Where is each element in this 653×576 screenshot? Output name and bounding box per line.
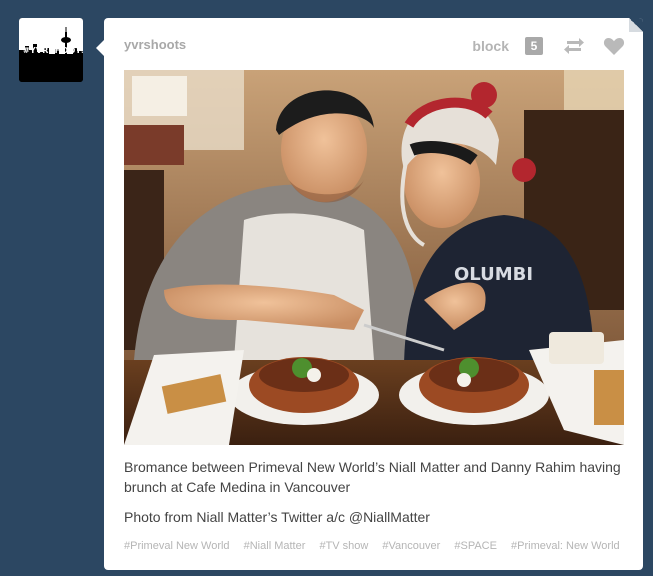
tag-link[interactable]: #TV show — [319, 540, 368, 552]
svg-text:OLUMBI: OLUMBI — [454, 264, 533, 285]
blog-avatar[interactable]: #YVRSHOOTS — [19, 18, 83, 82]
note-count-badge[interactable]: 5 — [525, 37, 543, 55]
post-header: yvrshoots block 5 — [124, 36, 625, 56]
cafe-photo-image: OLUMBI — [124, 70, 624, 445]
tag-link[interactable]: #Vancouver — [382, 540, 440, 552]
post-tags: #Primeval New World #Niall Matter #TV sh… — [124, 540, 624, 552]
post-corner-fold[interactable] — [629, 18, 643, 32]
caption-paragraph: Bromance between Primeval New World’s Ni… — [124, 459, 621, 495]
tag-link[interactable]: #Primeval New World — [124, 540, 230, 552]
heart-icon[interactable] — [603, 36, 625, 56]
tag-link[interactable]: #Niall Matter — [244, 540, 306, 552]
tag-link[interactable]: #SPACE — [454, 540, 497, 552]
reblog-icon[interactable] — [563, 36, 585, 56]
tag-link[interactable]: #Primeval: New World — [511, 540, 620, 552]
post-photo[interactable]: OLUMBI — [124, 70, 624, 445]
post-caption: Bromance between Primeval New World’s Ni… — [124, 457, 629, 537]
avatar-logo-text: #YVRSHOOTS — [23, 46, 83, 55]
caption-credit: Photo from Niall Matter’s Twitter a/c @N… — [124, 509, 430, 525]
block-button[interactable]: block — [472, 38, 509, 54]
post-card: yvrshoots block 5 OLUMBI Bromance betwee… — [96, 18, 643, 570]
blog-name-link[interactable]: yvrshoots — [124, 37, 186, 52]
post-controls: block 5 — [472, 36, 625, 56]
